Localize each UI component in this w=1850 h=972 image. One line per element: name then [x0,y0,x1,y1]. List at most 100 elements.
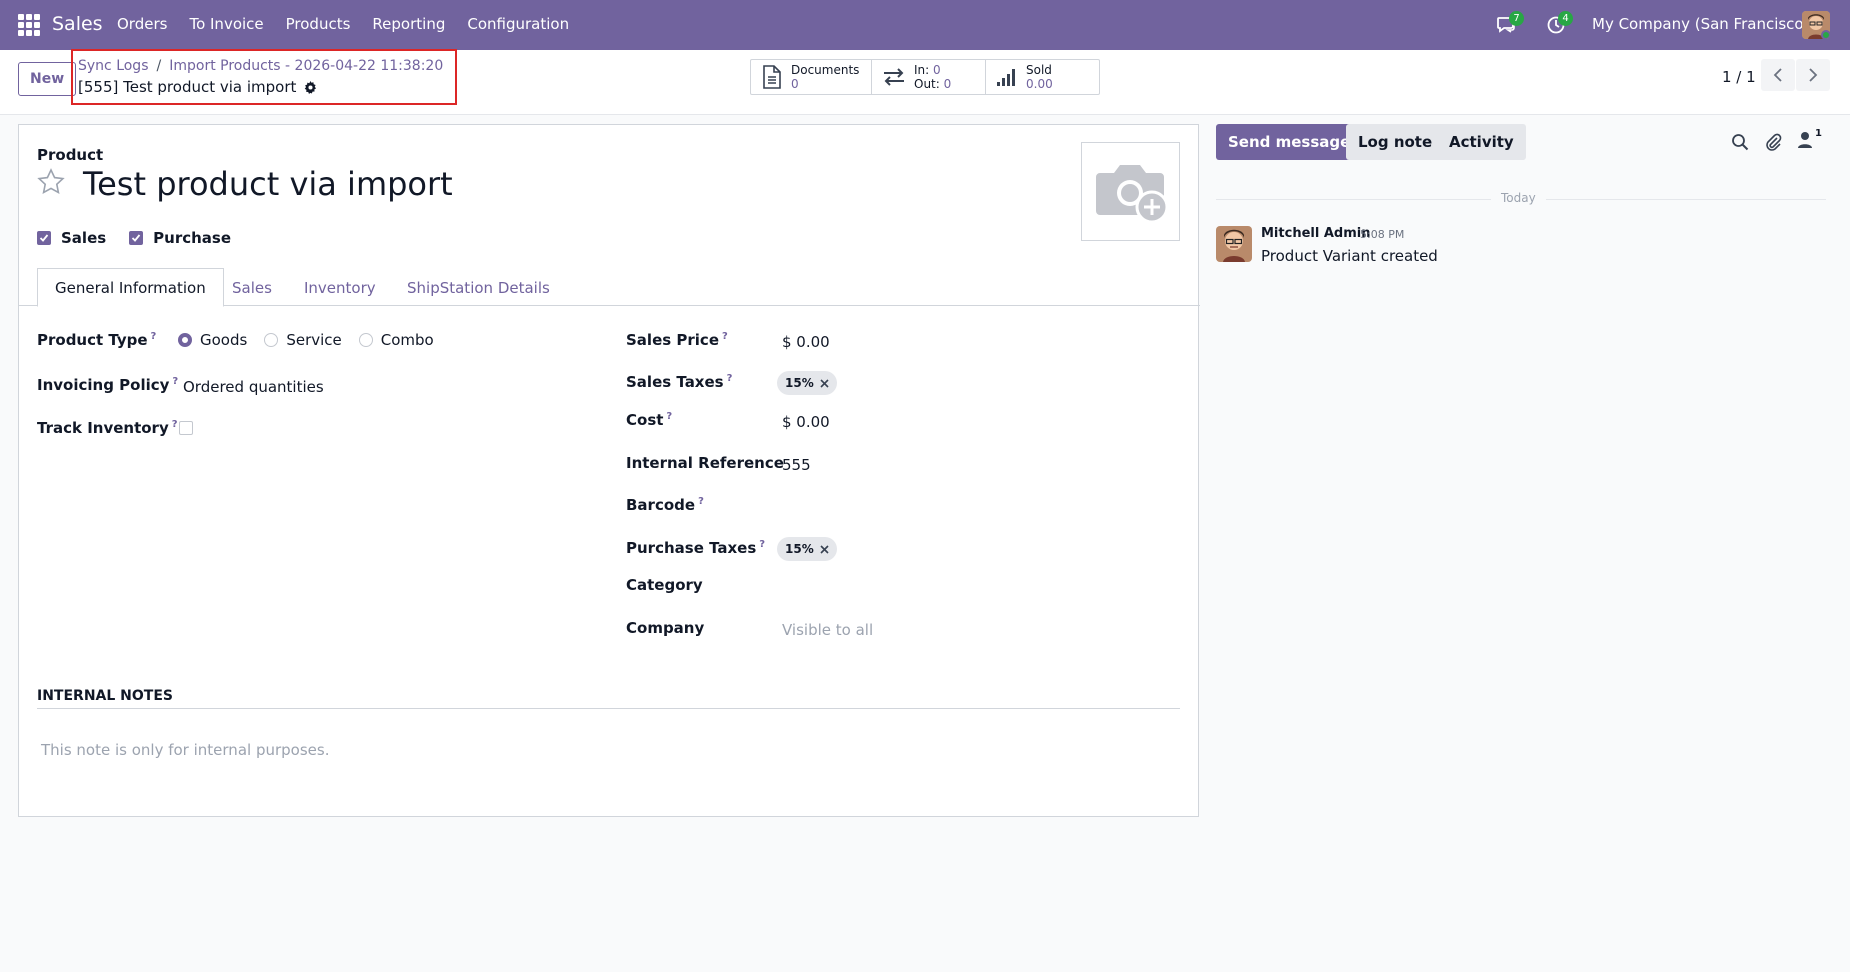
remove-tag-icon[interactable] [820,378,829,388]
search-icon[interactable] [1730,132,1750,152]
radio-service[interactable] [264,333,279,347]
barcode-label: Barcode? [626,496,704,514]
documents-value: 0 [791,77,799,91]
user-avatar[interactable] [1802,11,1830,39]
sales-price-field[interactable]: $ 0.00 [782,333,830,351]
purchase-taxes-label: Purchase Taxes? [626,539,765,557]
menu-products[interactable]: Products [286,15,351,33]
internal-notes-field[interactable]: This note is only for internal purposes. [41,741,329,759]
sold-smart-button[interactable]: Sold 0.00 [986,60,1099,94]
app-brand[interactable]: Sales [52,13,103,35]
top-navbar: Sales Orders To Invoice Products Reporti… [0,0,1850,50]
remove-tag-icon[interactable] [820,544,829,554]
sales-taxes-help[interactable]: ? [727,373,733,384]
track-inventory-help[interactable]: ? [172,419,178,430]
form-tabs: General Information Sales Inventory Ship… [19,268,1200,307]
activity-button[interactable]: Activity [1437,124,1526,160]
product-type-goods[interactable]: Goods [178,331,247,349]
radio-combo-label: Combo [380,331,434,349]
invoicing-policy-label-text: Invoicing Policy [37,376,170,394]
pager-next-button[interactable] [1796,59,1830,91]
barcode-field[interactable] [782,496,1182,516]
menu-orders[interactable]: Orders [117,15,167,33]
sold-label: Sold [1026,63,1052,77]
internal-reference-field[interactable]: 555 [782,456,811,474]
in-out-smart-button[interactable]: In: 0 Out: 0 [872,60,986,94]
purchase-checkbox-label: Purchase [153,229,232,247]
track-inventory-checkbox[interactable] [179,421,193,435]
gear-icon[interactable] [304,80,317,94]
favorite-star-icon[interactable] [36,167,66,197]
tab-general-information[interactable]: General Information [37,268,224,307]
messages-icon[interactable]: 7 [1497,11,1524,39]
message-time: 5:08 PM [1360,228,1405,241]
purchase-taxes-help[interactable]: ? [759,539,765,550]
company-label: Company [626,619,705,637]
purchase-checkbox[interactable] [129,231,144,245]
send-message-button[interactable]: Send message [1216,124,1363,160]
product-type-radio-group: Goods Service Combo [178,331,451,349]
product-type-label: Product Type? [37,331,156,349]
chevron-left-icon [1773,68,1782,82]
product-type-help[interactable]: ? [151,331,157,342]
sales-price-label-text: Sales Price [626,331,719,349]
radio-goods[interactable] [178,333,192,347]
in-value: 0 [933,63,941,77]
pager-value[interactable]: 1 / 1 [1722,68,1756,86]
purchase-tax-tag[interactable]: 15% [777,537,837,561]
company-field[interactable]: Visible to all [782,621,873,639]
category-label: Category [626,576,703,594]
messages-badge: 7 [1509,11,1524,26]
sales-checkbox[interactable] [37,231,51,245]
cost-field[interactable]: $ 0.00 [782,413,830,431]
menu-reporting[interactable]: Reporting [372,15,445,33]
smart-buttons: Documents 0 In: 0 Out: 0 Sold 0.00 [750,59,1100,95]
company-switcher[interactable]: My Company (San Francisco) [1592,15,1809,33]
category-field[interactable] [782,576,1182,596]
product-type-service[interactable]: Service [264,331,342,349]
followers-button[interactable]: 1 [1797,128,1827,153]
chevron-right-icon [1809,68,1818,82]
online-status-dot [1821,30,1830,39]
pager-previous-button[interactable] [1761,59,1795,91]
apps-grid-icon[interactable] [18,14,40,36]
product-form-sheet: Product Test product via import Sales Pu… [18,124,1200,817]
new-button[interactable]: New [18,62,77,96]
log-note-button[interactable]: Log note [1346,124,1445,160]
breadcrumb-separator: / [156,58,162,74]
product-name-field[interactable]: Test product via import [83,165,453,203]
product-image-upload[interactable] [1081,142,1180,241]
product-type-combo[interactable]: Combo [358,331,434,349]
out-label: Out: [914,77,944,91]
message-author-avatar[interactable] [1216,226,1252,262]
date-separator: Today [1216,191,1826,207]
sales-checkbox-label: Sales [61,229,107,247]
menu-to-invoice[interactable]: To Invoice [189,15,263,33]
document-icon [763,65,781,89]
radio-combo[interactable] [358,333,373,347]
sales-price-help[interactable]: ? [722,331,728,342]
cost-help[interactable]: ? [666,411,672,422]
tab-shipstation-details[interactable]: ShipStation Details [407,268,550,307]
activity-badge: 4 [1558,11,1573,26]
sales-tax-tag-label: 15% [785,376,814,390]
purchase-taxes-label-text: Purchase Taxes [626,539,757,557]
record-title: [555] Test product via import [78,78,317,96]
paperclip-icon[interactable] [1763,132,1783,152]
message-author[interactable]: Mitchell Admin [1261,226,1370,241]
tab-sales[interactable]: Sales [232,268,272,307]
barcode-help[interactable]: ? [698,496,704,507]
menu-configuration[interactable]: Configuration [467,15,569,33]
breadcrumb: Sync Logs / Import Products - 2026-04-22… [78,58,443,74]
invoicing-policy-help[interactable]: ? [172,376,178,387]
tab-inventory[interactable]: Inventory [304,268,376,307]
breadcrumb-import-products[interactable]: Import Products - 2026-04-22 11:38:20 [169,58,443,74]
activity-clock-icon[interactable]: 4 [1546,11,1573,39]
transfer-arrows-icon [884,68,904,86]
breadcrumb-sync-logs[interactable]: Sync Logs [78,58,149,74]
invoicing-policy-select[interactable]: Ordered quantities [183,378,324,396]
sales-tax-tag[interactable]: 15% [777,371,837,395]
product-type-label-text: Product Type [37,331,148,349]
documents-smart-button[interactable]: Documents 0 [751,60,872,94]
cost-label-text: Cost [626,411,664,429]
